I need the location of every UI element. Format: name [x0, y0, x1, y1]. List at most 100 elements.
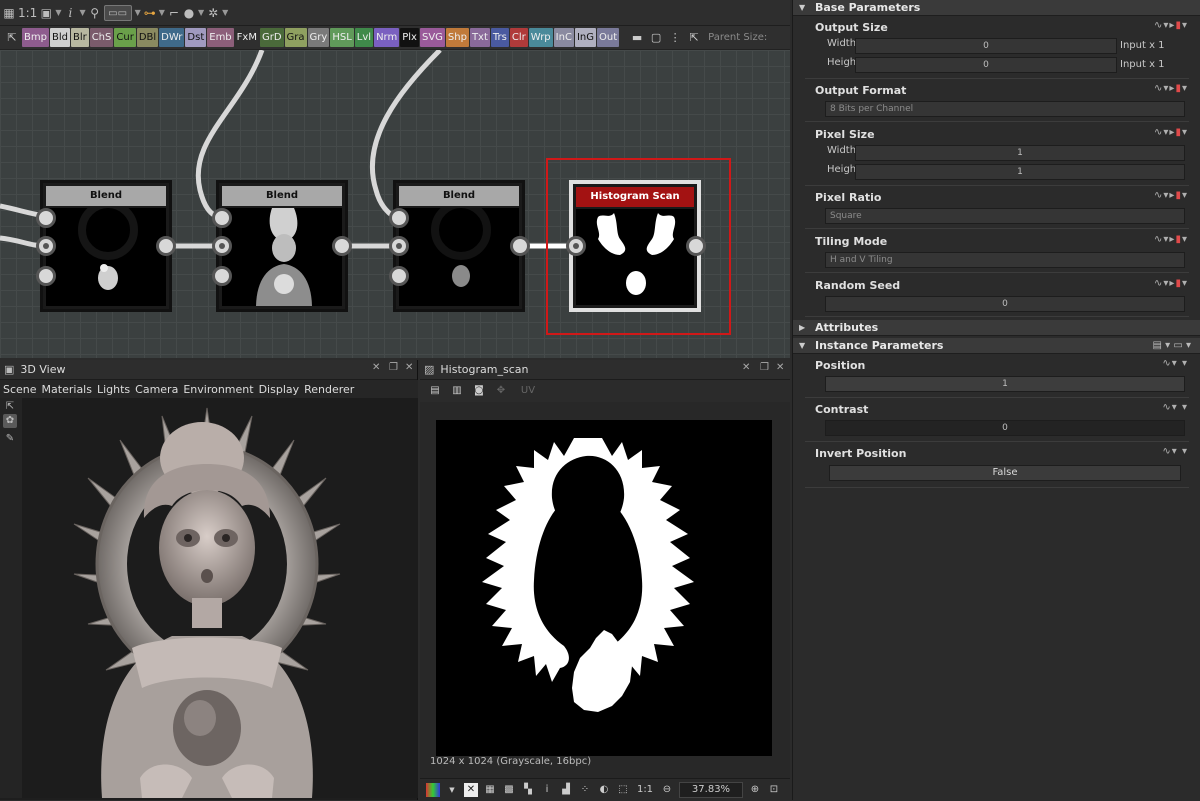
zoom-out-icon[interactable]: ⊖ — [660, 783, 674, 797]
node-chip-dbl[interactable]: DBl — [136, 28, 159, 47]
checker-icon[interactable]: ▚ — [521, 783, 535, 797]
camera-icon[interactable]: ◙ — [472, 384, 486, 398]
close-icon[interactable]: ✕ — [776, 362, 784, 373]
pin-icon[interactable]: ▮ — [1175, 127, 1182, 138]
section-base-parameters[interactable]: ▼ Base Parameters — [793, 0, 1200, 16]
node-chip-nrm[interactable]: Nrm — [374, 28, 400, 47]
node-chip-chs[interactable]: ChS — [89, 28, 114, 47]
tiling-mode-dropdown[interactable]: H and V Tiling — [825, 252, 1185, 268]
input-port[interactable] — [389, 208, 409, 228]
link-icon[interactable]: ⊶ — [144, 5, 156, 21]
float-window-icon[interactable]: ❐ — [760, 362, 769, 373]
node-chip-bld[interactable]: Bld — [49, 28, 70, 47]
param-function-icons[interactable]: ∿▾▸▮▾ — [1154, 127, 1188, 138]
node-chip-cur[interactable]: Cur — [114, 28, 136, 47]
node-chip-clr[interactable]: Clr — [509, 28, 528, 47]
param-function-icons[interactable]: ∿▾▸▮▾ — [1154, 83, 1188, 94]
section-attributes[interactable]: ▶ Attributes — [793, 320, 1200, 336]
pixel-width-slider[interactable]: 1 — [855, 145, 1185, 161]
histogram-icon[interactable]: ▦ — [483, 783, 497, 797]
input-port[interactable] — [212, 266, 232, 286]
node-blend-3[interactable]: Blend — [393, 180, 525, 312]
chevron-down-icon[interactable]: ▼ — [445, 783, 459, 797]
node-chip-bmp[interactable]: Bmp — [22, 28, 49, 47]
pin-icon[interactable]: ✕ — [372, 362, 380, 373]
node-chip-shp[interactable]: Shp — [445, 28, 469, 47]
node-chip-fxm[interactable]: FxM — [234, 28, 259, 47]
comment-icon[interactable]: ⌐ — [168, 5, 180, 21]
node-chip-svg[interactable]: SVG — [419, 28, 445, 47]
contrast-slider[interactable]: 0 — [825, 420, 1185, 436]
chevron-down-icon[interactable]: ▼ — [79, 5, 85, 21]
info-node-icon[interactable]: ⋮ — [666, 31, 684, 44]
preset-icons[interactable]: ▤ ▾ ▭ ▾ — [1153, 338, 1191, 354]
open-palette-icon[interactable]: ⇱ — [3, 31, 21, 44]
sphere-icon[interactable]: ◐ — [597, 783, 611, 797]
node-chip-trs[interactable]: Trs — [490, 28, 509, 47]
chevron-down-icon[interactable]: ▼ — [159, 5, 165, 21]
node-blend-1[interactable]: Blend — [40, 180, 172, 312]
light-icon[interactable]: ✎ — [3, 432, 17, 446]
pin-icon[interactable]: ▮ — [1175, 234, 1182, 245]
output-width-slider[interactable]: 0 — [855, 38, 1117, 54]
view3d-viewport[interactable] — [22, 398, 418, 798]
info-icon[interactable]: i — [64, 5, 76, 21]
node-chip-wrp[interactable]: Wrp — [528, 28, 553, 47]
export-icon[interactable]: ⇱ — [3, 400, 17, 414]
image-viewport[interactable] — [436, 420, 772, 756]
param-function-icons[interactable]: ∿▾▸▮▾ — [1154, 278, 1188, 289]
lock-icon[interactable]: ⊡ — [767, 783, 781, 797]
pin-icon[interactable]: ▮ — [1175, 190, 1182, 201]
menu-materials[interactable]: Materials — [42, 383, 92, 396]
menu-display[interactable]: Display — [259, 383, 300, 396]
alpha-icon[interactable]: ✕ — [464, 782, 478, 797]
chevron-down-icon[interactable]: ▼ — [55, 5, 61, 21]
random-seed-slider[interactable]: 0 — [825, 296, 1185, 312]
zoom-icon[interactable]: ⚲ — [89, 5, 101, 21]
input-port[interactable] — [36, 236, 56, 256]
pixel-ratio-dropdown[interactable]: Square — [825, 208, 1185, 224]
param-function-icons[interactable]: ∿▾▸▮▾ — [1154, 234, 1188, 245]
chevron-down-icon[interactable]: ▼ — [198, 5, 204, 21]
close-icon[interactable]: ✕ — [405, 362, 413, 373]
node-chip-dwr[interactable]: DWr — [159, 28, 185, 47]
info-icon[interactable]: i — [540, 783, 554, 797]
node-chip-blr[interactable]: Blr — [70, 28, 89, 47]
zoom-in-icon[interactable]: ⊕ — [748, 783, 762, 797]
node-chip-emb[interactable]: Emb — [207, 28, 234, 47]
color-dots-icon[interactable]: ⁘ — [578, 783, 592, 797]
image-icon[interactable]: ▤ — [428, 384, 442, 398]
zoom-level[interactable]: 37.83% — [679, 781, 743, 798]
node-chip-plx[interactable]: Plx — [400, 28, 419, 47]
node-chip-lvl[interactable]: Lvl — [354, 28, 374, 47]
fit-icon[interactable]: ▣ — [40, 5, 52, 21]
fit-view-icon[interactable]: ⬚ — [616, 783, 630, 797]
frame-icon[interactable]: ▭▭ — [103, 4, 132, 21]
menu-renderer[interactable]: Renderer — [304, 383, 354, 396]
node-chip-gry[interactable]: Gry — [307, 28, 330, 47]
node-chip-out[interactable]: Out — [596, 28, 620, 47]
input-port[interactable] — [389, 266, 409, 286]
node-blend-2[interactable]: Blend — [216, 180, 348, 312]
layout-icon[interactable]: ▦ — [3, 5, 15, 21]
output-port[interactable] — [156, 236, 176, 256]
output-format-dropdown[interactable]: 8 Bits per Channel — [825, 101, 1185, 117]
chevron-down-icon[interactable]: ▼ — [135, 5, 141, 21]
pin-icon[interactable]: ▮ — [1175, 278, 1182, 289]
menu-environment[interactable]: Environment — [183, 383, 253, 396]
param-function-icons[interactable]: ∿▾ ▾ — [1162, 446, 1188, 457]
pin-icon[interactable]: ✕ — [742, 362, 750, 373]
invert-position-toggle[interactable]: False — [829, 465, 1181, 481]
comment-node-icon[interactable]: ▬ — [628, 31, 646, 44]
input-port[interactable] — [212, 208, 232, 228]
chevron-down-icon[interactable]: ▼ — [222, 5, 228, 21]
input-port[interactable] — [212, 236, 232, 256]
frame-node-icon[interactable]: ▢ — [647, 31, 665, 44]
node-chip-ing[interactable]: InG — [574, 28, 596, 47]
menu-lights[interactable]: Lights — [97, 383, 130, 396]
zoom-ratio-button[interactable]: 1:1 — [635, 783, 655, 797]
zoom-ratio-button[interactable]: 1:1 — [18, 5, 37, 21]
node-chip-dst[interactable]: Dst — [185, 28, 207, 47]
gear-icon[interactable]: ✲ — [207, 5, 219, 21]
uv-dropdown[interactable]: UV — [516, 384, 540, 398]
